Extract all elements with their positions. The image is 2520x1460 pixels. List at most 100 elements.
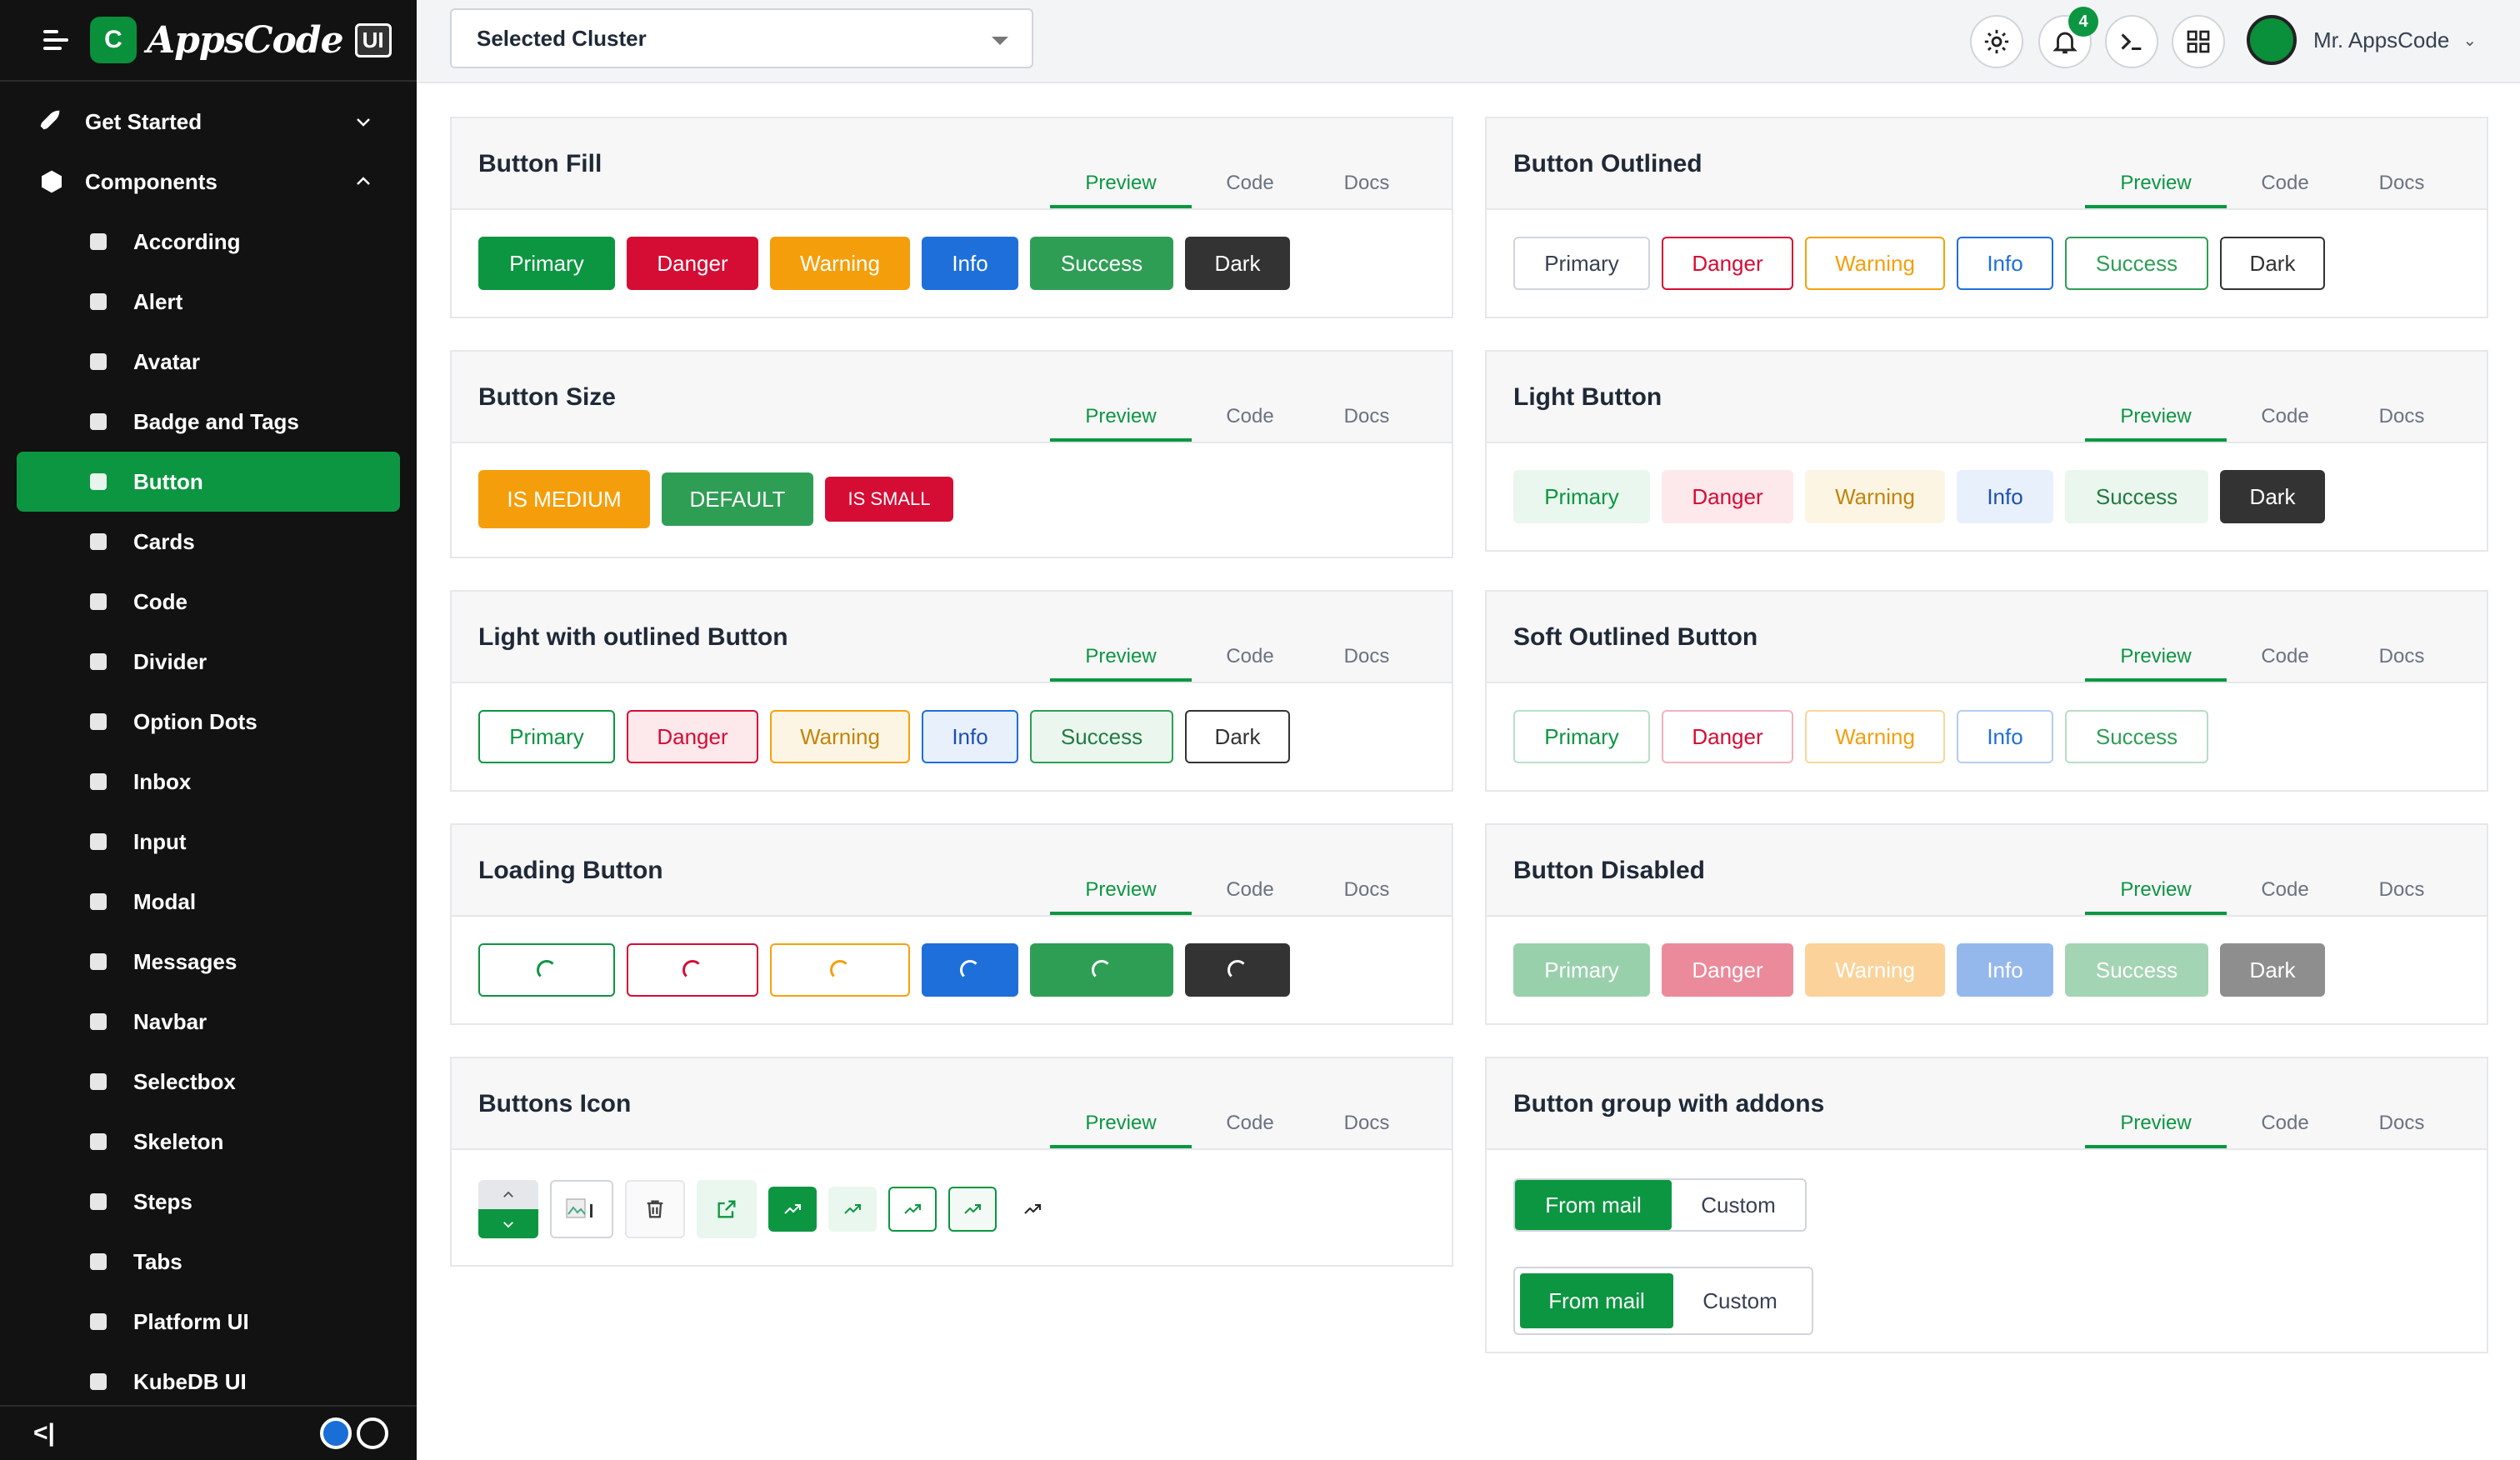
- success-button[interactable]: Success: [1030, 710, 1173, 763]
- success-button[interactable]: Success: [1030, 237, 1173, 290]
- danger-button[interactable]: Danger: [1662, 470, 1793, 523]
- stepper-button[interactable]: [478, 1180, 538, 1238]
- primary-button[interactable]: Primary: [1513, 237, 1650, 290]
- info-button[interactable]: Info: [1957, 943, 2053, 997]
- tab-docs[interactable]: Docs: [1308, 165, 1425, 208]
- user-menu[interactable]: Mr. AppsCode ⌄: [2247, 15, 2477, 65]
- dark-button[interactable]: Dark: [1185, 710, 1290, 763]
- sidebar-item-divider[interactable]: Divider: [0, 632, 417, 692]
- warning-button[interactable]: Warning: [1805, 237, 1945, 290]
- tab-code[interactable]: Code: [2227, 638, 2343, 682]
- sidebar-item-badge-and-tags[interactable]: Badge and Tags: [0, 392, 417, 452]
- sidebar-item-navbar[interactable]: Navbar: [0, 992, 417, 1052]
- tab-docs[interactable]: Docs: [1308, 398, 1425, 442]
- success-button[interactable]: Success: [2065, 710, 2208, 763]
- tab-docs[interactable]: Docs: [2343, 872, 2460, 915]
- primary-button[interactable]: Primary: [478, 710, 615, 763]
- nav-group-components[interactable]: Components: [0, 152, 417, 212]
- loading-success-button[interactable]: [1030, 943, 1173, 997]
- tab-code[interactable]: Code: [1192, 638, 1308, 682]
- warning-button[interactable]: Warning: [770, 710, 910, 763]
- sidebar-item-messages[interactable]: Messages: [0, 932, 417, 992]
- trend-button-outlined[interactable]: [888, 1187, 937, 1232]
- tab-code[interactable]: Code: [1192, 1105, 1308, 1148]
- info-button[interactable]: Info: [1957, 710, 2053, 763]
- tab-code[interactable]: Code: [2227, 872, 2343, 915]
- sidebar-item-selectbox[interactable]: Selectbox: [0, 1052, 417, 1112]
- tab-docs[interactable]: Docs: [1308, 872, 1425, 915]
- primary-button[interactable]: Primary: [1513, 710, 1650, 763]
- tab-preview[interactable]: Preview: [1050, 398, 1192, 442]
- warning-button[interactable]: Warning: [770, 237, 910, 290]
- sidebar-item-alert[interactable]: Alert: [0, 272, 417, 332]
- dark-button[interactable]: Dark: [2220, 943, 2325, 997]
- loading-danger-button[interactable]: [627, 943, 758, 997]
- tab-preview[interactable]: Preview: [1050, 1105, 1192, 1148]
- tab-code[interactable]: Code: [2227, 165, 2343, 208]
- primary-button[interactable]: Primary: [478, 237, 615, 290]
- sidebar-item-avatar[interactable]: Avatar: [0, 332, 417, 392]
- dark-button[interactable]: Dark: [2220, 470, 2325, 523]
- tab-preview[interactable]: Preview: [1050, 165, 1192, 208]
- tab-preview[interactable]: Preview: [2085, 1105, 2227, 1148]
- tab-preview[interactable]: Preview: [2085, 398, 2227, 442]
- cluster-select[interactable]: Selected Cluster: [450, 8, 1033, 68]
- sidebar-item-cards[interactable]: Cards: [0, 512, 417, 572]
- tab-code[interactable]: Code: [1192, 165, 1308, 208]
- default-button[interactable]: DEFAULT: [662, 472, 813, 526]
- success-button[interactable]: Success: [2065, 470, 2208, 523]
- tab-code[interactable]: Code: [1192, 872, 1308, 915]
- dark-button[interactable]: Dark: [2220, 237, 2325, 290]
- nav-group-get-started[interactable]: Get Started: [0, 92, 417, 152]
- tab-preview[interactable]: Preview: [2085, 872, 2227, 915]
- success-button[interactable]: Success: [2065, 943, 2208, 997]
- settings-button[interactable]: [1970, 15, 2023, 68]
- loading-primary-button[interactable]: [478, 943, 615, 997]
- info-button[interactable]: Info: [1957, 237, 2053, 290]
- warning-button[interactable]: Warning: [1805, 470, 1945, 523]
- tab-code[interactable]: Code: [1192, 398, 1308, 442]
- chevron-up-icon[interactable]: [478, 1180, 538, 1209]
- tab-preview[interactable]: Preview: [2085, 165, 2227, 208]
- sidebar-item-skeleton[interactable]: Skeleton: [0, 1112, 417, 1172]
- trend-button-text[interactable]: [1008, 1187, 1057, 1232]
- trend-button-filled[interactable]: [768, 1187, 817, 1232]
- collapse-sidebar-icon[interactable]: <|: [33, 1419, 55, 1448]
- sidebar-item-platform-ui[interactable]: Platform UI: [0, 1292, 417, 1352]
- delete-button[interactable]: [625, 1180, 685, 1238]
- image-button[interactable]: [550, 1180, 613, 1238]
- from-mail-button[interactable]: From mail: [1520, 1273, 1673, 1328]
- tab-code[interactable]: Code: [2227, 398, 2343, 442]
- external-link-button[interactable]: [697, 1180, 757, 1238]
- success-button[interactable]: Success: [2065, 237, 2208, 290]
- custom-button[interactable]: Custom: [1673, 1273, 1807, 1328]
- tab-docs[interactable]: Docs: [1308, 1105, 1425, 1148]
- sidebar-item-modal[interactable]: Modal: [0, 872, 417, 932]
- sidebar-item-tabs[interactable]: Tabs: [0, 1232, 417, 1292]
- danger-button[interactable]: Danger: [1662, 237, 1793, 290]
- primary-button[interactable]: Primary: [1513, 943, 1650, 997]
- loading-warning-button[interactable]: [770, 943, 910, 997]
- tab-docs[interactable]: Docs: [2343, 638, 2460, 682]
- loading-info-button[interactable]: [922, 943, 1018, 997]
- danger-button[interactable]: Danger: [627, 710, 758, 763]
- tab-preview[interactable]: Preview: [1050, 872, 1192, 915]
- tab-docs[interactable]: Docs: [1308, 638, 1425, 682]
- sidebar-item-option-dots[interactable]: Option Dots: [0, 692, 417, 752]
- trend-button-light-outlined[interactable]: [948, 1187, 997, 1232]
- sidebar-item-inbox[interactable]: Inbox: [0, 752, 417, 812]
- warning-button[interactable]: Warning: [1805, 943, 1945, 997]
- notifications-button[interactable]: 4: [2038, 7, 2098, 68]
- from-mail-button[interactable]: From mail: [1515, 1180, 1672, 1230]
- sidebar-item-button[interactable]: Button: [17, 452, 400, 512]
- info-button[interactable]: Info: [1957, 470, 2053, 523]
- tab-preview[interactable]: Preview: [2085, 638, 2227, 682]
- chevron-down-icon[interactable]: [478, 1209, 538, 1238]
- tab-docs[interactable]: Docs: [2343, 165, 2460, 208]
- dark-button[interactable]: Dark: [1185, 237, 1290, 290]
- danger-button[interactable]: Danger: [1662, 943, 1793, 997]
- sidebar-item-according[interactable]: According: [0, 212, 417, 272]
- apps-button[interactable]: [2172, 15, 2225, 68]
- info-button[interactable]: Info: [922, 710, 1018, 763]
- info-button[interactable]: Info: [922, 237, 1018, 290]
